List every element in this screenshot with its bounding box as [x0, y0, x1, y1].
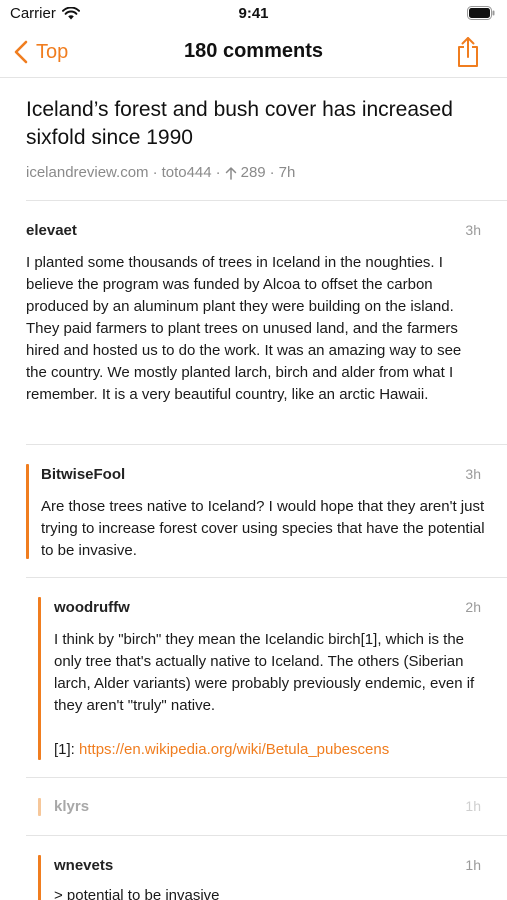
meta-separator: · [269, 164, 275, 181]
reference-link[interactable]: https://en.wikipedia.org/wiki/Betula_pub… [79, 741, 389, 758]
comment-woodruffw[interactable]: woodruffw 2h I think by "birch" they mea… [0, 577, 507, 777]
story-points: 289 [240, 164, 266, 181]
comment-author[interactable]: klyrs [54, 798, 89, 815]
comment-text: Are those trees native to Iceland? I wou… [41, 498, 485, 559]
status-clock: 9:41 [238, 5, 269, 22]
reference-label: [1]: [54, 741, 75, 758]
comments-count-title: 180 comments [184, 40, 323, 62]
story-header: Iceland’s forest and bush cover has incr… [26, 96, 486, 181]
thread-indent-bar [38, 798, 41, 816]
comment-author[interactable]: woodruffw [54, 599, 130, 616]
comment-reference: [1]: https://en.wikipedia.org/wiki/Betul… [54, 739, 480, 761]
comment-bitwisefool[interactable]: BitwiseFool 3h Are those trees native to… [0, 444, 507, 577]
share-button[interactable] [455, 36, 481, 73]
navigation-bar: Top 180 comments [0, 28, 507, 78]
meta-separator: · [152, 164, 158, 181]
comment-header: elevaet 3h [26, 222, 481, 239]
comment-age: 2h [465, 599, 481, 615]
comment-elevaet[interactable]: elevaet 3h I planted some thousands of t… [0, 200, 507, 444]
thread-indent-bar [38, 597, 41, 760]
comment-header: BitwiseFool 3h [41, 466, 481, 483]
comment-author[interactable]: elevaet [26, 222, 77, 239]
comment-text: I think by "birch" they mean the Iceland… [54, 629, 480, 761]
comment-header: klyrs 1h [54, 798, 481, 815]
comment-author[interactable]: wnevets [54, 857, 113, 874]
comment-age: 3h [465, 222, 481, 238]
story-meta: icelandreview.com · toto444 · 289 · 7h [26, 164, 486, 181]
comment-header: wnevets 1h [54, 857, 481, 874]
comment-age: 1h [465, 798, 481, 814]
comment-age: 1h [465, 857, 481, 873]
share-icon [458, 37, 478, 67]
comment-text: > potential to be invasive [54, 887, 220, 900]
story-title[interactable]: Iceland’s forest and bush cover has incr… [26, 96, 486, 152]
comment-author[interactable]: BitwiseFool [41, 466, 125, 483]
comment-klyrs-collapsed[interactable]: klyrs 1h [0, 777, 507, 835]
story-domain[interactable]: icelandreview.com [26, 164, 149, 181]
meta-separator: · [215, 164, 221, 181]
story-author[interactable]: toto444 [162, 164, 212, 181]
comment-header: woodruffw 2h [54, 599, 481, 616]
comment-wnevets[interactable]: wnevets 1h > potential to be invasive [0, 835, 507, 900]
comment-text: I planted some thousands of trees in Ice… [26, 254, 462, 403]
thread-indent-bar [26, 464, 29, 559]
thread-indent-bar [38, 855, 41, 900]
comment-age: 3h [465, 466, 481, 482]
story-age: 7h [278, 164, 296, 181]
arrow-up-icon [225, 166, 236, 180]
status-bar: Carrier 9:41 [0, 0, 507, 28]
comment-paragraph: I think by "birch" they mean the Iceland… [54, 631, 475, 714]
battery-icon [467, 6, 495, 20]
